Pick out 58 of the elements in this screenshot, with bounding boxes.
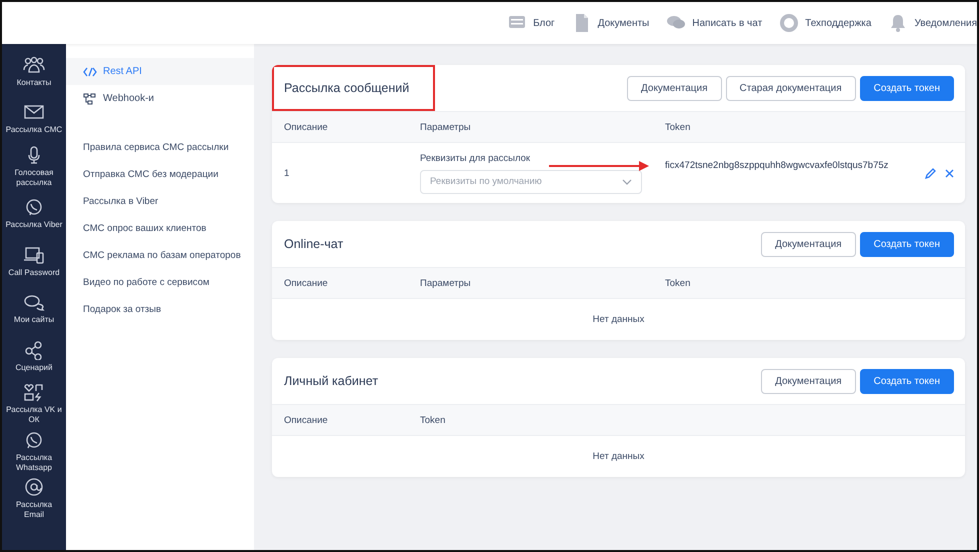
submenu-tab[interactable]: Rest API [66, 58, 254, 85]
menu-item[interactable]: Контакты [14, 78, 54, 88]
menu-link[interactable]: Рассылка в Viber [66, 188, 254, 215]
nav-link[interactable]: Написать в чат [667, 14, 762, 32]
chat-bubbles-icon [23, 293, 45, 312]
submenu-tab[interactable]: Webhook-и [66, 85, 254, 112]
chevron-down-icon [622, 178, 632, 184]
field-label: Реквизиты для рассылок [420, 152, 532, 164]
menu-item[interactable]: Сценарий [12, 362, 56, 373]
create-token-button[interactable]: Создать токен [860, 368, 954, 394]
bell-icon [889, 14, 908, 32]
nav-link[interactable]: Блог [508, 14, 555, 32]
menu-item[interactable]: Рассылка Email [2, 500, 66, 520]
documentation-button[interactable]: Документация [761, 232, 856, 256]
menu-item[interactable]: Рассылка Whatsapp [2, 452, 66, 473]
menu-link[interactable]: Отправка СМС без модерации [66, 161, 254, 188]
devices-icon [23, 246, 45, 265]
menu-link[interactable]: СМС реклама по базам операторов [66, 242, 254, 269]
menu-link[interactable]: СМС опрос ваших клиентов [66, 215, 254, 242]
column-header: Описание [283, 122, 329, 132]
code-icon [83, 66, 97, 78]
table-cell-text: 1 [283, 168, 290, 178]
column-header: Параметры [419, 278, 472, 288]
create-token-button[interactable]: Создать токен [860, 232, 954, 256]
column-header: Token [664, 122, 692, 132]
create-token-button[interactable]: Создать токен [860, 76, 954, 100]
empty-text: Нет данных [592, 451, 644, 462]
card-title: Online-чат [284, 237, 344, 251]
nav-link[interactable]: Техподдержка [780, 14, 872, 32]
token-text: ficx472tsne2nbg8szppquhh8wgwcvaxfe0lstqus7b75z [665, 160, 888, 170]
pencil-icon[interactable] [925, 168, 936, 178]
menu-link[interactable]: Видео по работе с сервисом [66, 269, 254, 296]
menu-item[interactable]: Рассылка VK и ОК [2, 405, 66, 426]
menu-item[interactable]: Голосовая рассылка [2, 168, 66, 188]
close-icon[interactable] [945, 168, 954, 178]
card-title: Рассылка сообщений [284, 81, 410, 95]
network-icon [83, 92, 97, 104]
menu-link[interactable]: Подарок за отзыв [66, 296, 254, 323]
menu-item[interactable]: Мои сайты [10, 315, 58, 326]
nav-link[interactable]: Документы [572, 14, 650, 32]
people-icon [23, 56, 45, 75]
documentation-button[interactable]: Старая документация [726, 76, 856, 100]
column-header: Параметры [419, 122, 472, 132]
nav-link[interactable]: Уведомления [889, 14, 977, 32]
empty-text: Нет данных [592, 314, 644, 325]
menu-item[interactable]: Рассылка СМС [2, 125, 66, 136]
documentation-button[interactable]: Документация [627, 76, 722, 100]
column-header: Token [664, 278, 692, 288]
column-header: Описание [283, 414, 329, 426]
card-title: Личный кабинет [284, 374, 378, 388]
at-sign-icon [23, 478, 45, 498]
menu-item[interactable]: Call Password [5, 268, 63, 278]
documentation-button[interactable]: Документация [761, 368, 856, 394]
menu-link[interactable]: Правила сервиса СМС рассылки [66, 134, 254, 161]
column-header: Описание [283, 278, 329, 288]
column-header: Token [419, 414, 446, 426]
menu-item[interactable]: Рассылка Viber [2, 220, 66, 230]
lifebuoy-icon [780, 14, 798, 32]
